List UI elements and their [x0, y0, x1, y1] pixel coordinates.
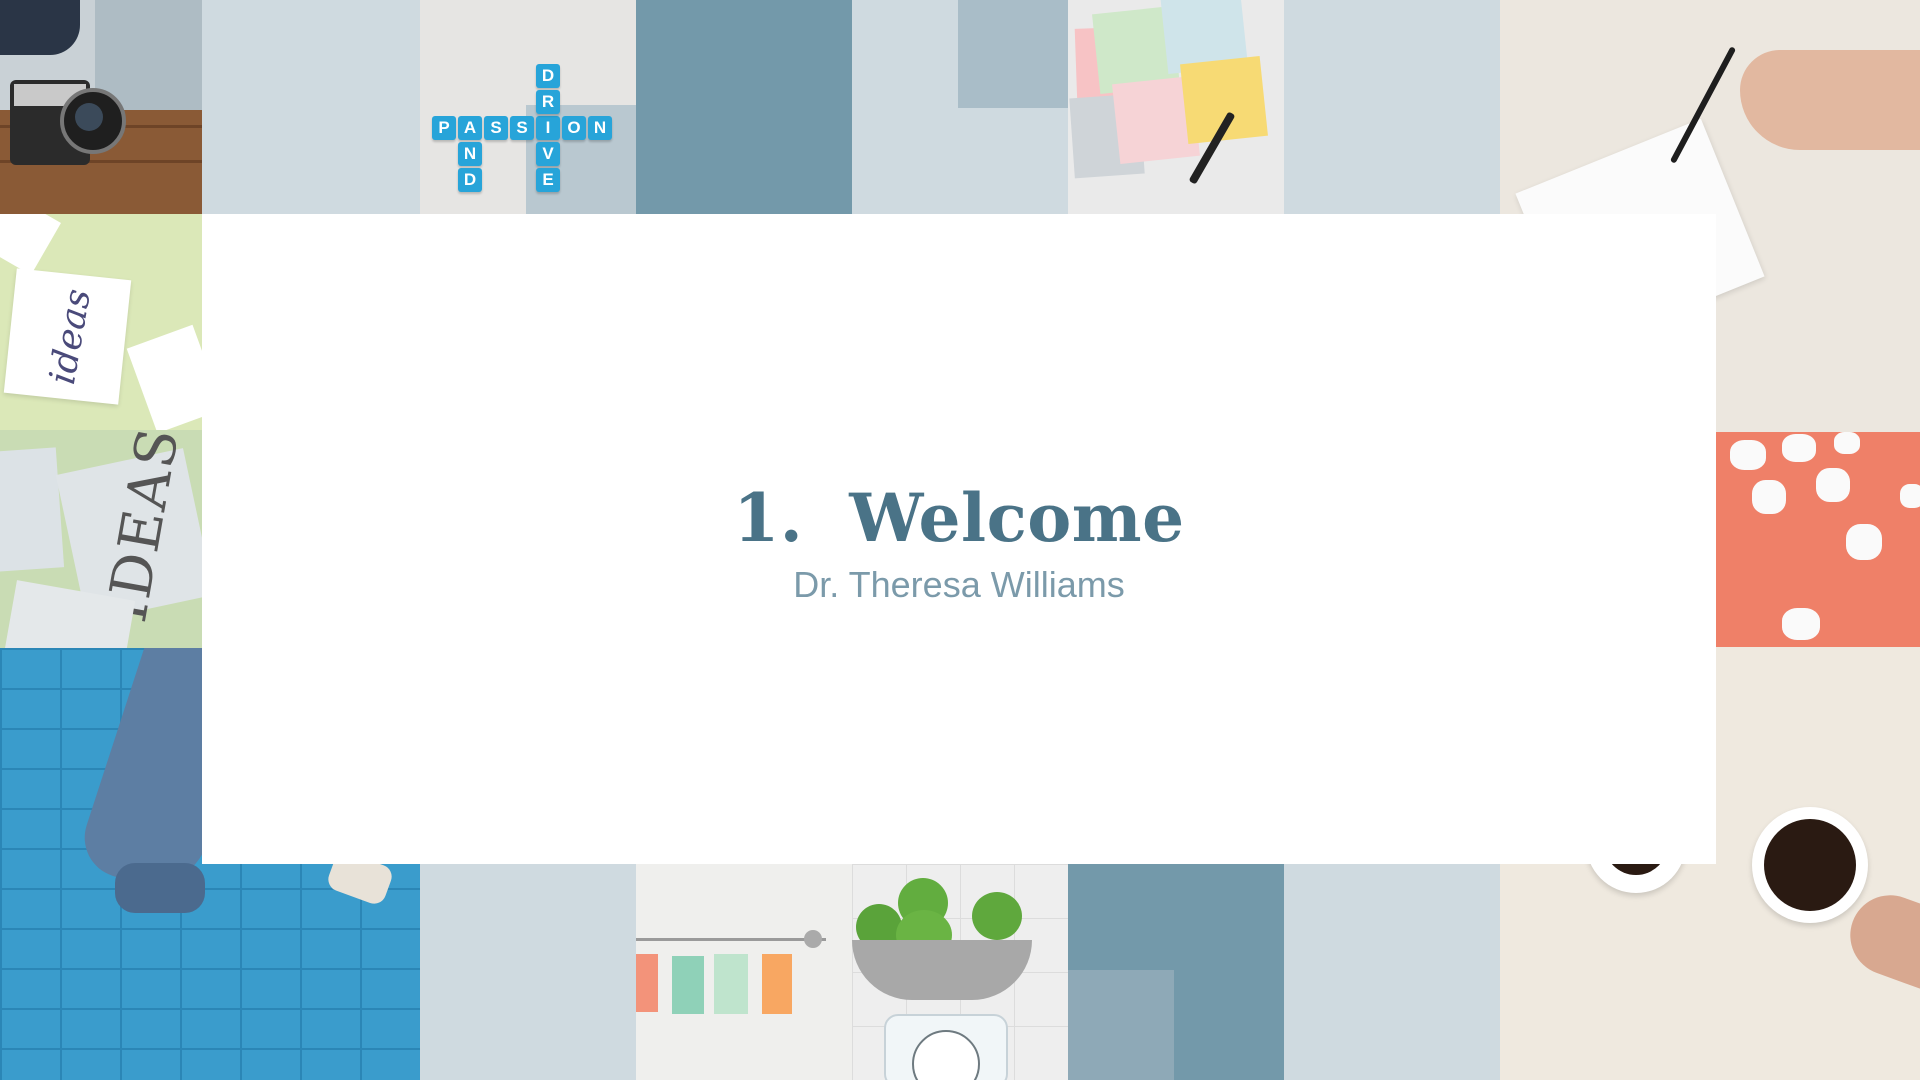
pale-blue-block	[420, 864, 636, 1080]
slide-number: 1.	[733, 479, 804, 557]
scrabble-tile: I	[536, 116, 560, 140]
scrabble-tile: S	[510, 116, 534, 140]
scrabble-tile: D	[536, 64, 560, 88]
pale-blue-block	[852, 0, 1068, 214]
scrabble-tile: N	[588, 116, 612, 140]
slide-title-text: Welcome	[849, 479, 1185, 557]
pale-blue-block	[1284, 0, 1500, 214]
apples-scale-photo	[852, 864, 1068, 1080]
scrabble-photo	[420, 0, 636, 214]
scrabble-tile: E	[536, 168, 560, 192]
scrabble-tile: S	[484, 116, 508, 140]
slide-title: 1. Welcome	[202, 479, 1716, 557]
pale-blue-block	[1284, 864, 1500, 1080]
camera-photo	[0, 0, 202, 214]
crumpled-paper-photo	[1716, 432, 1920, 647]
ideas-card-photo: ideas	[0, 214, 202, 430]
pale-blue-block	[202, 0, 420, 214]
paper-clips-photo	[636, 864, 852, 1080]
scrabble-tile: O	[562, 116, 586, 140]
steel-blue-block	[636, 0, 852, 214]
title-card: 1. Welcome Dr. Theresa Williams	[202, 214, 1716, 864]
scrabble-tile: V	[536, 142, 560, 166]
steel-blue-block	[1068, 864, 1284, 1080]
scrabble-tile: D	[458, 168, 482, 192]
presenter-name: Dr. Theresa Williams	[793, 564, 1125, 605]
scrabble-tile: A	[458, 116, 482, 140]
sticky-notes-photo	[1068, 0, 1284, 214]
scrabble-tile: N	[458, 142, 482, 166]
scrabble-tile: P	[432, 116, 456, 140]
ideas-drawing-photo: IDEAS	[0, 430, 202, 648]
scrabble-tile: R	[536, 90, 560, 114]
